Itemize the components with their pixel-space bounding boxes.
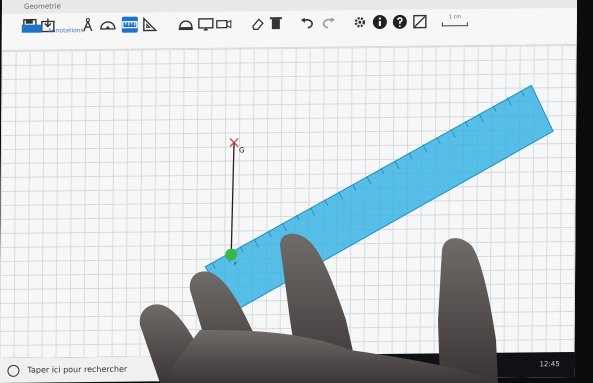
hand-overlay [139,233,498,383]
finger-ring [438,238,498,383]
